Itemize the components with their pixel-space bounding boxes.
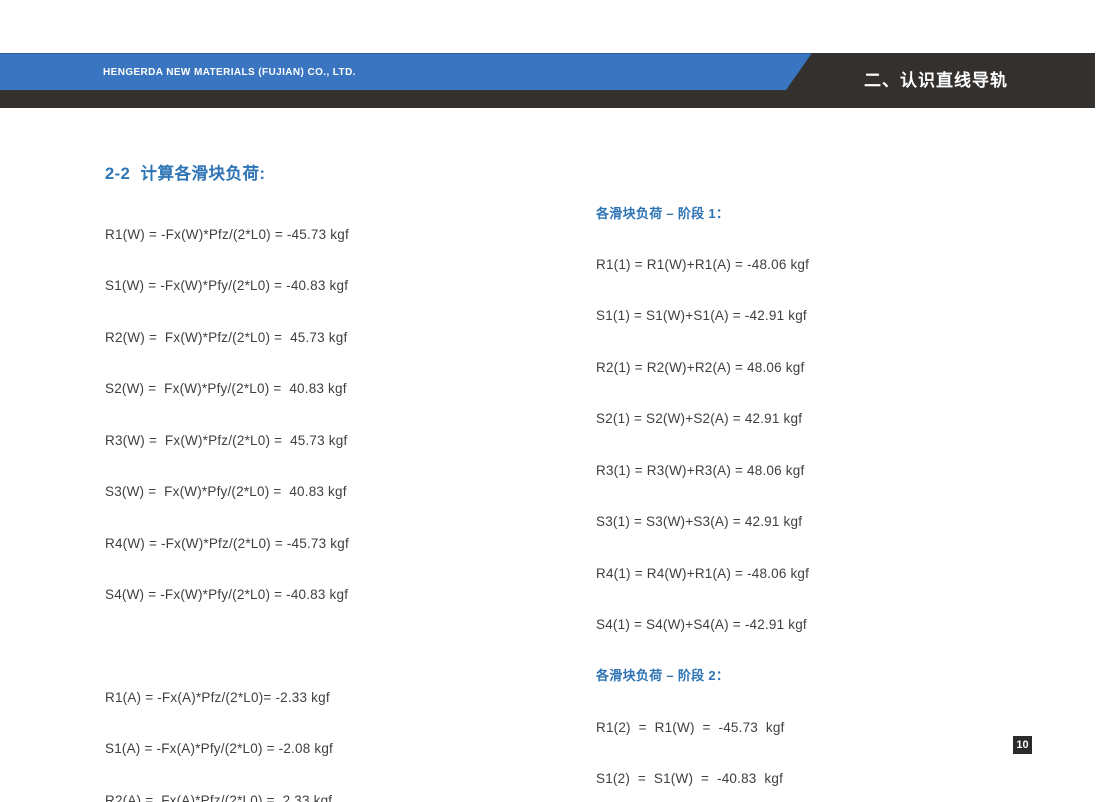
header-band: HENGERDA NEW MATERIALS (FUJIAN) CO., LTD… xyxy=(0,53,1095,108)
right-formula-column: 各滑块负荷 – 阶段 1： R1(1) = R1(W)+R1(A) = -48.… xyxy=(596,173,812,802)
formula-line: S1(2) = S1(W) = -40.83 kgf xyxy=(596,768,812,789)
formula-line: R4(1) = R4(W)+R1(A) = -48.06 kgf xyxy=(596,563,812,584)
formula-line: S3(1) = S3(W)+S3(A) = 42.91 kgf xyxy=(596,511,812,532)
formula-line: R2(1) = R2(W)+R2(A) = 48.06 kgf xyxy=(596,357,812,378)
page-title: 2-2 计算各滑块负荷: xyxy=(105,160,266,184)
formula-line: R4(W) = -Fx(W)*Pfz/(2*L0) = -45.73 kgf xyxy=(105,533,349,554)
formula-line: R1(1) = R1(W)+R1(A) = -48.06 kgf xyxy=(596,254,812,275)
formula-line: S1(A) = -Fx(A)*Pfy/(2*L0) = -2.08 kgf xyxy=(105,738,349,759)
formula-line: R2(A) = Fx(A)*Pfz/(2*L0) = 2.33 kgf xyxy=(105,790,349,802)
formula-line: R1(W) = -Fx(W)*Pfz/(2*L0) = -45.73 kgf xyxy=(105,224,349,245)
formula-line: R3(W) = Fx(W)*Pfz/(2*L0) = 45.73 kgf xyxy=(105,430,349,451)
formula-line: S4(W) = -Fx(W)*Pfy/(2*L0) = -40.83 kgf xyxy=(105,584,349,605)
formula-line: R1(A) = -Fx(A)*Pfz/(2*L0)= -2.33 kgf xyxy=(105,687,349,708)
stage-2-heading: 各滑块负荷 – 阶段 2： xyxy=(596,665,812,686)
formula-line: S1(1) = S1(W)+S1(A) = -42.91 kgf xyxy=(596,305,812,326)
spacer-row xyxy=(105,636,349,657)
formula-line: R2(W) = Fx(W)*Pfz/(2*L0) = 45.73 kgf xyxy=(105,327,349,348)
slide: HENGERDA NEW MATERIALS (FUJIAN) CO., LTD… xyxy=(0,0,1100,802)
formula-line: S4(1) = S4(W)+S4(A) = -42.91 kgf xyxy=(596,614,812,635)
page-number-badge: 10 xyxy=(1013,736,1032,754)
left-formula-column: R1(W) = -Fx(W)*Pfz/(2*L0) = -45.73 kgf S… xyxy=(105,194,349,802)
section-title: 二、认识直线导轨 xyxy=(864,53,1008,108)
header-blue-ribbon: HENGERDA NEW MATERIALS (FUJIAN) CO., LTD… xyxy=(0,53,812,90)
company-name: HENGERDA NEW MATERIALS (FUJIAN) CO., LTD… xyxy=(103,67,356,78)
formula-line: S3(W) = Fx(W)*Pfy/(2*L0) = 40.83 kgf xyxy=(105,481,349,502)
formula-line: R3(1) = R3(W)+R3(A) = 48.06 kgf xyxy=(596,460,812,481)
formula-line: S2(1) = S2(W)+S2(A) = 42.91 kgf xyxy=(596,408,812,429)
formula-line: R1(2) = R1(W) = -45.73 kgf xyxy=(596,717,812,738)
stage-1-heading: 各滑块负荷 – 阶段 1： xyxy=(596,203,812,224)
formula-line: S2(W) = Fx(W)*Pfy/(2*L0) = 40.83 kgf xyxy=(105,378,349,399)
formula-line: S1(W) = -Fx(W)*Pfy/(2*L0) = -40.83 kgf xyxy=(105,275,349,296)
